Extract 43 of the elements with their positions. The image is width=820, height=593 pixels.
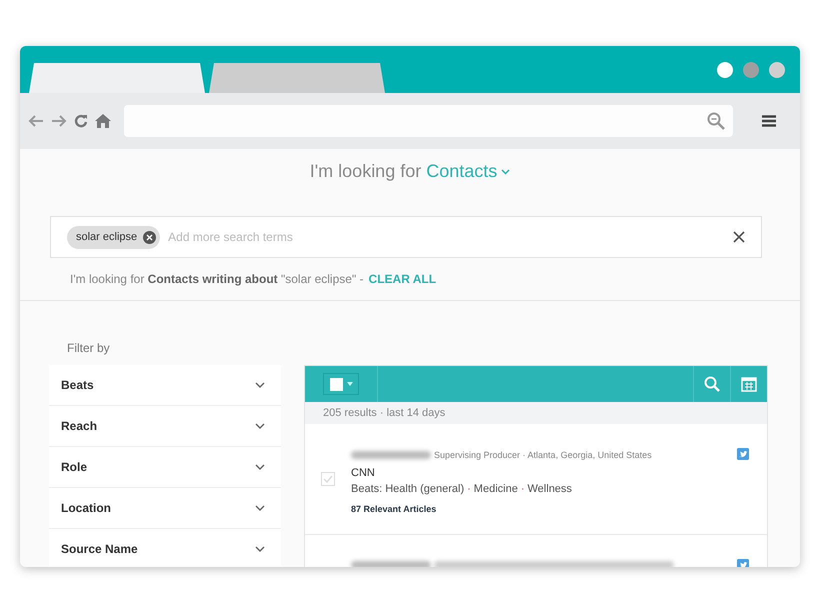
search-chip[interactable]: solar eclipse — [67, 226, 160, 248]
contact-role: Supervising Producer · Atlanta, Georgia, United States — [434, 450, 652, 460]
chevron-icon — [255, 382, 265, 388]
browser-tab[interactable] — [209, 63, 385, 93]
remove-icon[interactable] — [143, 230, 156, 244]
beat-text: Wellness — [528, 483, 572, 495]
filter-item[interactable]: Source Name — [49, 529, 281, 567]
separator-dot: · — [520, 483, 524, 495]
forward-icon[interactable] — [51, 114, 67, 128]
chevron-icon — [255, 464, 265, 470]
filter-item[interactable]: Reach — [49, 406, 281, 447]
zoom-icon[interactable] — [707, 112, 725, 130]
checkbox[interactable] — [321, 472, 335, 486]
search-icon — [704, 376, 720, 392]
search-field[interactable]: solar eclipse Add more search terms — [50, 216, 762, 258]
chevron-icon — [255, 505, 265, 511]
beat-text: Beats: Health (general) — [351, 483, 464, 495]
window-control-icon[interactable] — [769, 62, 785, 78]
menu-icon[interactable] — [762, 115, 776, 127]
home-icon[interactable] — [95, 114, 111, 128]
filter-title: Filter by — [67, 341, 111, 355]
articles-link[interactable]: 87 Relevant Articles — [351, 504, 721, 514]
calendar-icon — [741, 376, 757, 392]
close-icon[interactable] — [733, 231, 745, 243]
back-icon[interactable] — [28, 114, 44, 128]
heading-text: I'm looking for — [310, 161, 422, 182]
window-control-icon[interactable] — [717, 62, 733, 78]
beat-text: Medicine — [474, 483, 518, 495]
results-count: 205 results · last 14 days — [305, 402, 767, 424]
chevron-icon — [501, 168, 510, 174]
outlet-name: CNN — [351, 467, 376, 479]
select-all-dropdown[interactable] — [323, 373, 359, 395]
separator-dot: · — [467, 483, 471, 495]
bird-icon[interactable] — [737, 448, 749, 460]
search-summary: I'm looking for Contacts writing about "solar eclipse" - — [70, 272, 364, 286]
filter-item[interactable]: Role — [49, 447, 281, 488]
chevron-icon — [255, 423, 265, 429]
chevron-icon — [255, 546, 265, 552]
filter-item[interactable]: Location — [49, 488, 281, 529]
caret-icon — [346, 382, 352, 386]
reload-icon[interactable] — [74, 114, 88, 128]
filter-item[interactable]: Beats — [49, 365, 281, 406]
browser-tab[interactable] — [29, 63, 205, 93]
